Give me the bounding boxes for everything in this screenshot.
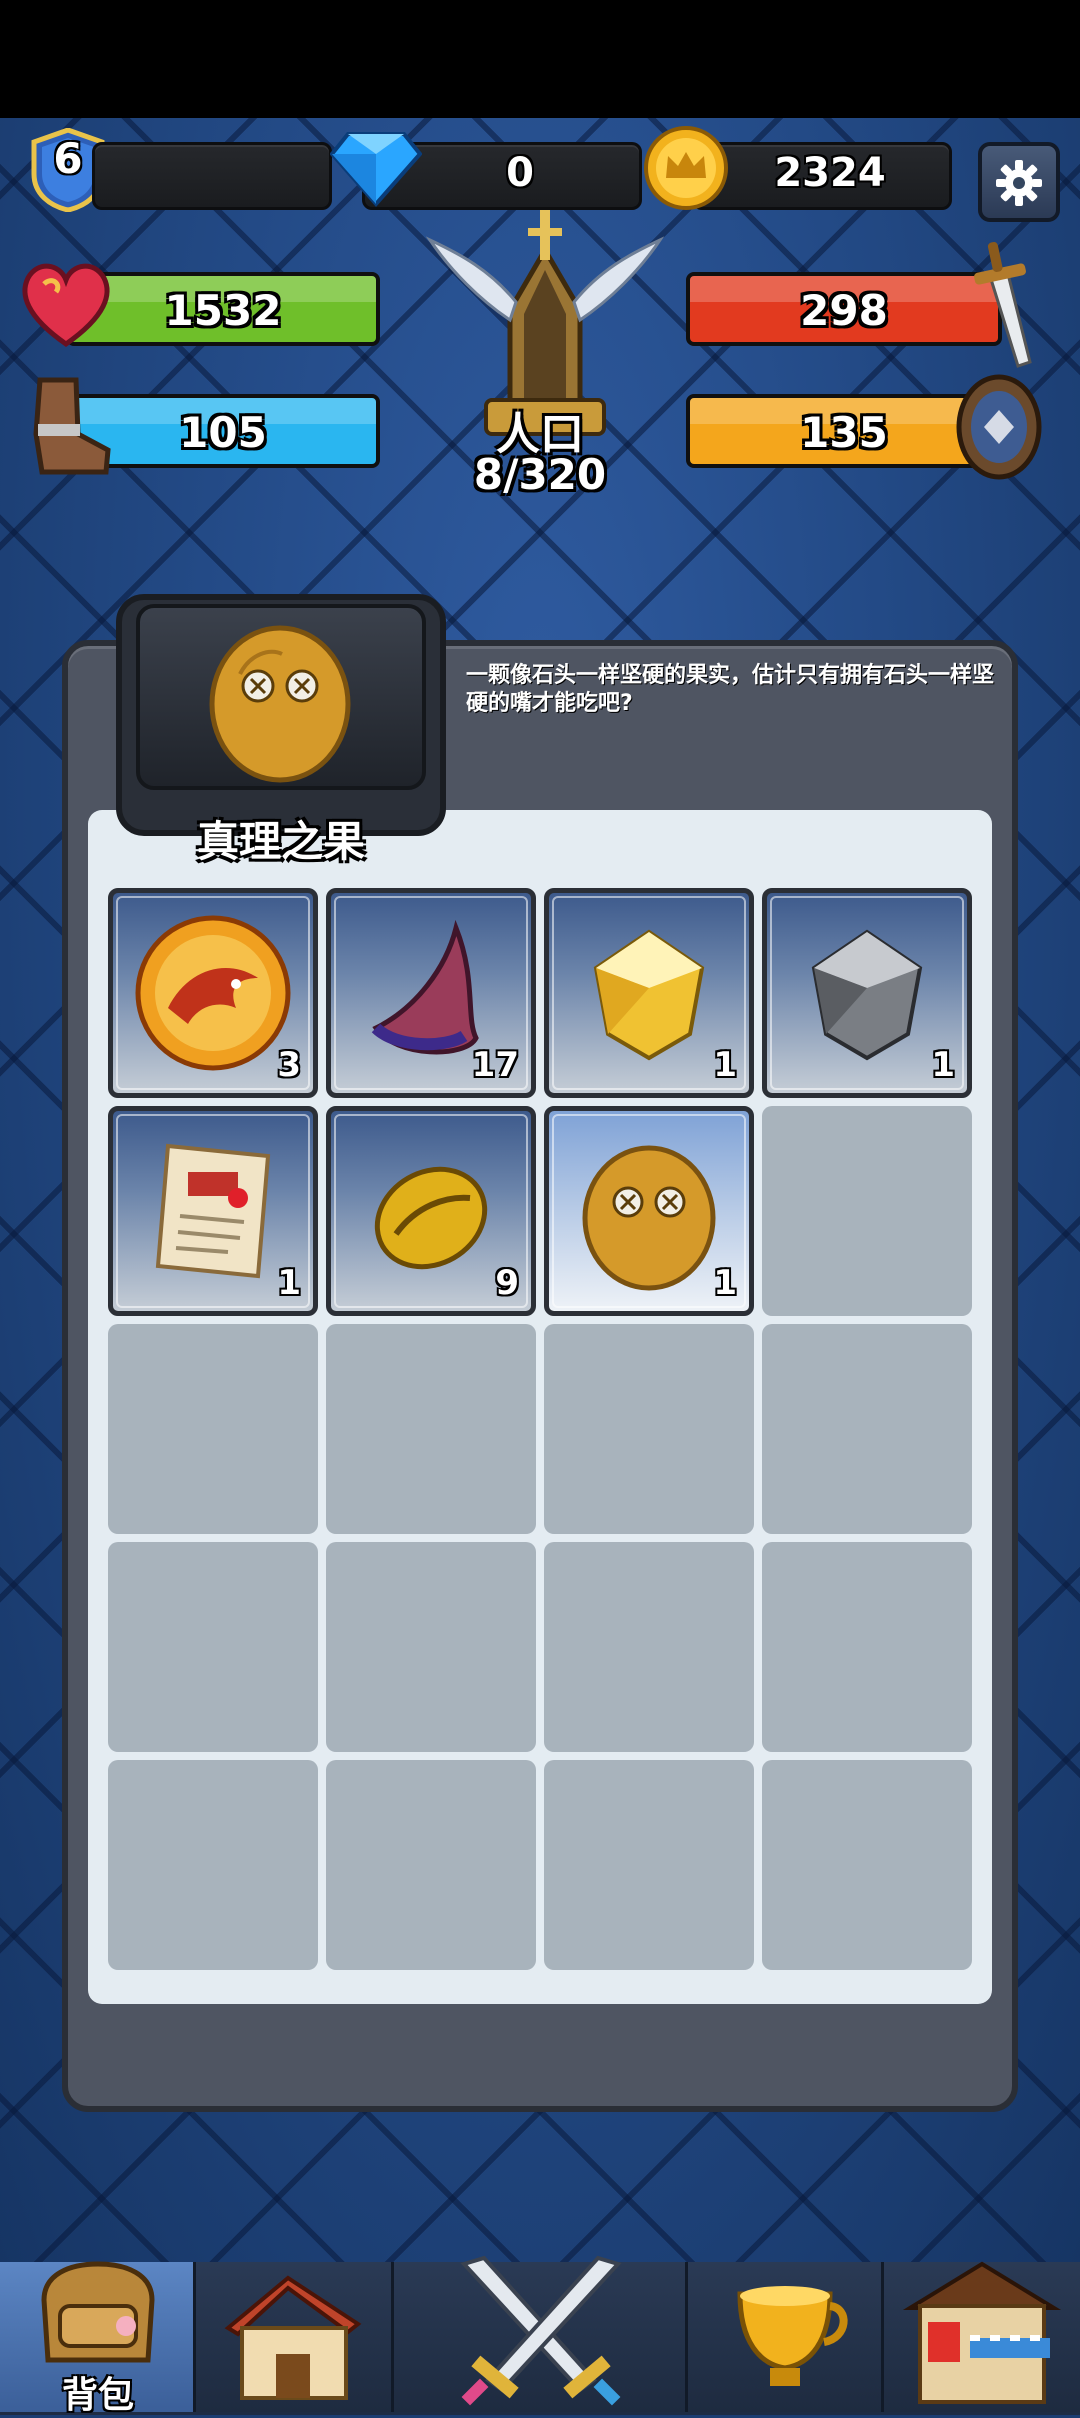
crown-coin-icon [644,126,728,210]
scroll-icon [155,1143,271,1279]
inventory-slot-empty[interactable] [762,1542,972,1752]
inventory-slot-empty[interactable] [326,1324,536,1534]
population-count: 8/320 [473,450,607,499]
trophy-cup-icon [737,2286,848,2386]
gold-count: 2324 [774,150,886,196]
inventory-slot[interactable]: 1 [108,1106,318,1316]
inventory-slot[interactable]: 1 [544,888,754,1098]
tab-backpack-label: 背包 [61,2375,134,2416]
inventory-slot-selected[interactable]: 1 [544,1106,754,1316]
xp-bar [92,142,332,210]
golden-seed-icon [374,1166,488,1270]
inventory-slot[interactable]: 17 [326,888,536,1098]
inventory-slot-empty[interactable] [544,1324,754,1534]
inventory-slot-empty[interactable] [544,1542,754,1752]
inventory-slot[interactable]: 9 [326,1106,536,1316]
inventory-slot-empty[interactable] [762,1106,972,1316]
speed-value: 105 [179,408,267,457]
item-description: 一颗像石头一样坚硬的果实，估计只有拥有石头一样坚硬的嘴才能吃吧? [466,663,995,716]
gear-icon [996,160,1042,206]
heart-icon [22,263,110,348]
crossed-swords-icon [460,2255,622,2406]
house-icon [224,2275,362,2400]
gem-count: 0 [506,150,534,196]
settings-button[interactable] [978,142,1060,222]
dragon-orb-icon [135,915,291,1071]
attack-bar: 298 [686,272,1002,346]
inventory-slot-empty[interactable] [108,1542,318,1752]
inventory-slot-empty[interactable] [326,1542,536,1752]
inventory-slot-empty[interactable] [762,1324,972,1534]
attack-value: 298 [800,286,888,335]
inventory-slot-empty[interactable] [326,1760,536,1970]
walnut-icon [582,1145,716,1291]
boot-icon [33,377,111,475]
diamond-icon [330,132,422,208]
gold-gem-icon [593,929,705,1061]
sword-icon [974,242,1032,368]
inventory-slot-empty[interactable] [108,1324,318,1534]
backpack-icon [41,2261,155,2363]
walnut-icon [209,625,351,783]
silver-gem-icon [811,929,923,1061]
inventory-slot[interactable]: 3 [108,888,318,1098]
inventory-slot[interactable]: 1 [762,888,972,1098]
inventory-slot-empty[interactable] [108,1760,318,1970]
inventory-slot-empty[interactable] [762,1760,972,1970]
selected-item-preview [136,604,426,790]
shop-icon [902,2261,1062,2404]
status-bar [0,0,1080,118]
defense-value: 135 [800,408,888,457]
selected-item-name: 真理之果 [196,817,365,866]
shield-icon [956,374,1042,480]
inventory-slot-empty[interactable] [544,1760,754,1970]
